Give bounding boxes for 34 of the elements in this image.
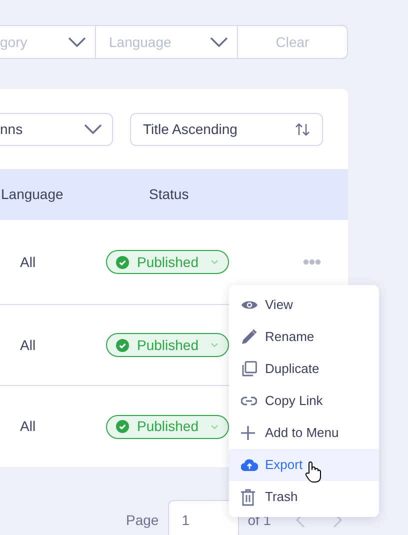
- sort-icon: [295, 122, 310, 136]
- check-circle-icon: [116, 338, 129, 352]
- columns-dropdown[interactable]: nns: [0, 112, 113, 146]
- chevron-down-icon: [68, 37, 86, 47]
- check-circle-icon: [116, 256, 129, 268]
- table-cell-text: All: [20, 252, 37, 272]
- eye-icon: [241, 299, 258, 311]
- column-header: Status: [149, 185, 189, 204]
- page-input[interactable]: 1: [168, 500, 239, 535]
- menu-item[interactable]: Rename: [229, 321, 379, 353]
- column-header: Language: [1, 185, 64, 204]
- menu-item[interactable]: Export: [229, 449, 379, 481]
- table-cell-text: All: [20, 336, 37, 354]
- more-icon[interactable]: [303, 259, 321, 265]
- chevron-down-icon: [211, 343, 218, 347]
- chevron-down-icon: [211, 260, 218, 264]
- menu-item[interactable]: Copy Link: [229, 385, 379, 417]
- menu-item[interactable]: Add to Menu: [229, 417, 379, 449]
- pencil-icon: [241, 329, 257, 345]
- trash-icon: [241, 488, 255, 506]
- table-cell-text: All: [20, 417, 37, 436]
- chevron-down-icon: [211, 424, 218, 428]
- hand-cursor-icon: [305, 461, 321, 483]
- cloud-upload-icon: [241, 459, 258, 471]
- chevron-down-icon: [210, 37, 228, 47]
- plus-icon: [241, 426, 255, 440]
- menu-item[interactable]: Duplicate: [229, 353, 379, 385]
- copy-icon: [241, 361, 257, 377]
- chevron-down-icon: [84, 124, 102, 134]
- check-circle-icon: [116, 420, 129, 433]
- sort-dropdown[interactable]: Title Ascending: [130, 112, 323, 146]
- menu-item[interactable]: View: [229, 289, 379, 321]
- page-label: Page: [126, 510, 159, 530]
- link-icon: [241, 396, 257, 406]
